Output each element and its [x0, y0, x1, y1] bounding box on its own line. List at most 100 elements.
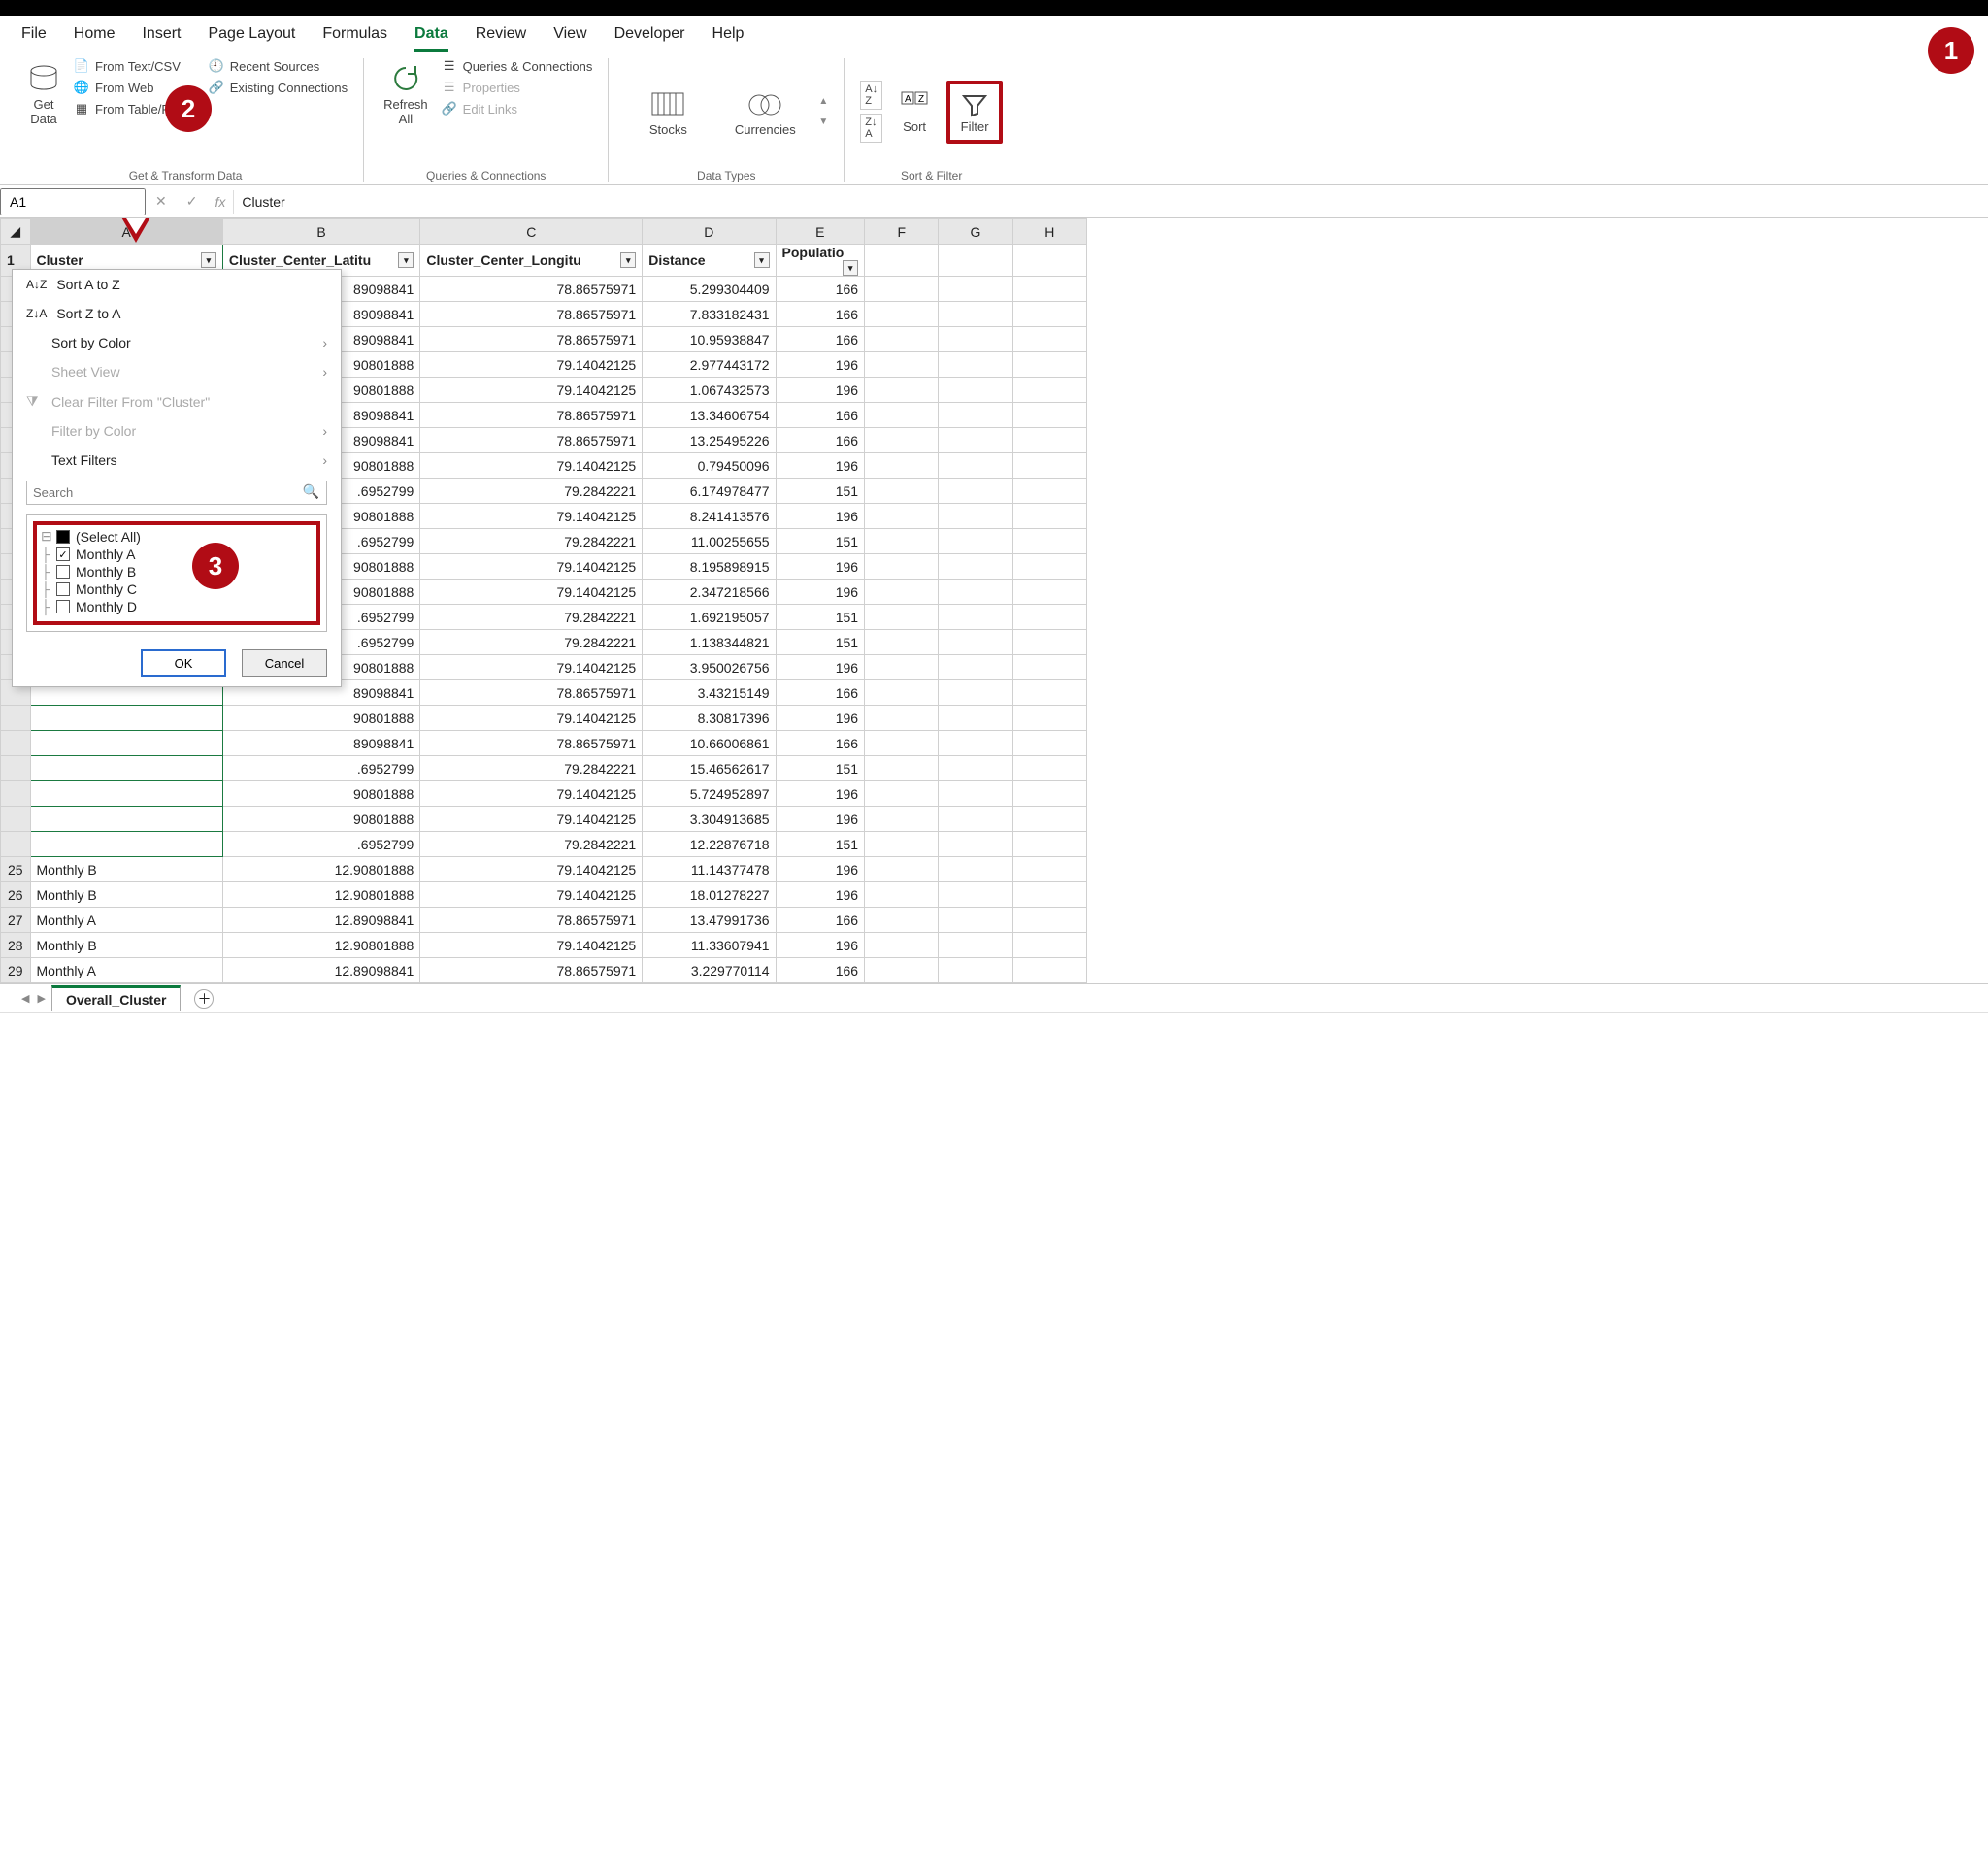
filter-option[interactable]: ├Monthly C	[41, 580, 313, 598]
col-header-E[interactable]: E	[776, 219, 865, 245]
filter-dropdown-icon[interactable]: ▾	[843, 260, 858, 276]
sort-desc-button[interactable]: Z↓A	[860, 114, 882, 143]
table-row[interactable]: 28Monthly B12.9080188879.1404212511.3360…	[1, 933, 1087, 958]
group-label: Sort & Filter	[901, 165, 962, 182]
queries-connections[interactable]: ☰Queries & Connections	[442, 58, 593, 74]
row-header[interactable]	[1, 756, 31, 781]
filter-option[interactable]: ├Monthly D	[41, 598, 313, 615]
link-icon: 🔗	[209, 80, 224, 95]
filter-checklist: ⊟(Select All) ├Monthly A├Monthly B├Month…	[26, 514, 327, 632]
properties[interactable]: ☰Properties	[442, 80, 593, 95]
worksheet[interactable]: ◢ A B C D E F G H 1Cluster▾Cluster_Cente…	[0, 218, 1988, 983]
header-cell-C[interactable]: Cluster_Center_Longitu▾	[420, 245, 643, 277]
filter-dropdown-icon[interactable]: ▾	[201, 252, 216, 268]
table-row[interactable]: 9080188879.140421258.30817396196	[1, 706, 1087, 731]
accept-formula-icon[interactable]: ✓	[177, 193, 208, 210]
row-header[interactable]: 28	[1, 933, 31, 958]
tab-page-layout[interactable]: Page Layout	[208, 25, 295, 52]
filter-dropdown-icon[interactable]: ▾	[620, 252, 636, 268]
filter-by-color: Filter by Color›	[13, 416, 341, 446]
sort-asc-button[interactable]: A↓Z	[860, 81, 882, 110]
row-header[interactable]	[1, 807, 31, 832]
filter-search-input[interactable]	[26, 481, 327, 505]
table-row[interactable]: 9080188879.140421255.724952897196	[1, 781, 1087, 807]
name-box[interactable]	[0, 188, 146, 215]
table-icon: ▦	[74, 101, 89, 116]
sheet-nav-prev[interactable]: ◀	[19, 992, 31, 1005]
sort-z-to-a[interactable]: Z↓A Sort Z to A	[13, 299, 341, 328]
table-row[interactable]: 25Monthly B12.9080188879.1404212511.1437…	[1, 857, 1087, 882]
table-row[interactable]: .695279979.284222112.22876718151	[1, 832, 1087, 857]
table-row[interactable]: 8909884178.8657597110.66006861166	[1, 731, 1087, 756]
row-header[interactable]: 26	[1, 882, 31, 908]
row-header[interactable]	[1, 781, 31, 807]
row-header[interactable]	[1, 832, 31, 857]
col-header-B[interactable]: B	[222, 219, 419, 245]
add-sheet-button[interactable]: ＋	[194, 989, 214, 1009]
existing-connections[interactable]: 🔗Existing Connections	[209, 80, 348, 95]
connections-icon: ☰	[442, 58, 457, 74]
edit-links[interactable]: 🔗Edit Links	[442, 101, 593, 116]
row-header[interactable]: 25	[1, 857, 31, 882]
tab-insert[interactable]: Insert	[142, 25, 181, 52]
table-row[interactable]: 29Monthly A12.8909884178.865759713.22977…	[1, 958, 1087, 983]
recent-sources[interactable]: 🕘Recent Sources	[209, 58, 348, 74]
table-row[interactable]: 26Monthly B12.9080188879.1404212518.0127…	[1, 882, 1087, 908]
data-types-down[interactable]: ▼	[818, 116, 828, 127]
col-header-D[interactable]: D	[643, 219, 776, 245]
stocks-type[interactable]: Stocks	[624, 83, 712, 141]
col-header-G[interactable]: G	[939, 219, 1012, 245]
svg-text:Z: Z	[918, 94, 924, 105]
tab-home[interactable]: Home	[74, 25, 116, 52]
row-header[interactable]	[1, 706, 31, 731]
ribbon: Get Data 📄From Text/CSV 🌐From Web ▦From …	[0, 52, 1988, 185]
ok-button[interactable]: OK	[141, 649, 226, 677]
select-all-corner[interactable]: ◢	[1, 219, 31, 245]
tab-help[interactable]: Help	[712, 25, 745, 52]
table-row[interactable]: .695279979.284222115.46562617151	[1, 756, 1087, 781]
filter-dropdown-icon[interactable]: ▾	[398, 252, 414, 268]
filter-button[interactable]: Filter	[952, 86, 997, 138]
tab-view[interactable]: View	[553, 25, 586, 52]
header-cell-D[interactable]: Distance▾	[643, 245, 776, 277]
header-cell-E[interactable]: Populatio▾	[776, 245, 865, 277]
formula-bar[interactable]: Cluster	[233, 190, 1988, 214]
sheet-nav-next[interactable]: ▶	[35, 992, 47, 1005]
table-row[interactable]: 9080188879.140421253.304913685196	[1, 807, 1087, 832]
row-header[interactable]: 29	[1, 958, 31, 983]
from-text-csv[interactable]: 📄From Text/CSV	[74, 58, 199, 74]
tab-review[interactable]: Review	[476, 25, 526, 52]
currencies-type[interactable]: Currencies	[721, 83, 809, 141]
checklist-highlight: ⊟(Select All) ├Monthly A├Monthly B├Month…	[33, 521, 320, 625]
sort-a-to-z[interactable]: A↓Z Sort A to Z	[13, 270, 341, 299]
row-header[interactable]: 27	[1, 908, 31, 933]
tab-file[interactable]: File	[21, 25, 47, 52]
row-header[interactable]	[1, 731, 31, 756]
sheet-tab-active[interactable]: Overall_Cluster	[51, 985, 182, 1011]
filter-option[interactable]: ├Monthly B	[41, 563, 313, 580]
status-bar	[0, 1012, 1988, 1028]
col-header-C[interactable]: C	[420, 219, 643, 245]
data-types-up[interactable]: ▲	[818, 96, 828, 107]
filter-option[interactable]: ├Monthly A	[41, 546, 313, 563]
tab-formulas[interactable]: Formulas	[322, 25, 387, 52]
refresh-all-button[interactable]: Refresh All	[380, 58, 432, 130]
table-row[interactable]: 27Monthly A12.8909884178.8657597113.4799…	[1, 908, 1087, 933]
group-label: Data Types	[697, 165, 755, 182]
cancel-formula-icon[interactable]: ✕	[146, 193, 177, 210]
file-icon: 📄	[74, 58, 89, 74]
globe-icon: 🌐	[74, 80, 89, 95]
tab-developer[interactable]: Developer	[614, 25, 685, 52]
tab-data[interactable]: Data	[414, 25, 448, 52]
fx-icon[interactable]: fx	[207, 194, 233, 210]
text-filters[interactable]: Text Filters›	[13, 446, 341, 475]
sort-button[interactable]: AZ Sort	[892, 86, 937, 138]
sort-by-color[interactable]: Sort by Color›	[13, 328, 341, 357]
col-header-A[interactable]: A	[30, 219, 222, 245]
get-data-button[interactable]: Get Data	[23, 58, 64, 130]
col-header-H[interactable]: H	[1012, 219, 1086, 245]
cancel-button[interactable]: Cancel	[242, 649, 327, 677]
col-header-F[interactable]: F	[865, 219, 939, 245]
filter-dropdown-icon[interactable]: ▾	[754, 252, 770, 268]
select-all-checkbox[interactable]: ⊟(Select All)	[41, 527, 313, 546]
